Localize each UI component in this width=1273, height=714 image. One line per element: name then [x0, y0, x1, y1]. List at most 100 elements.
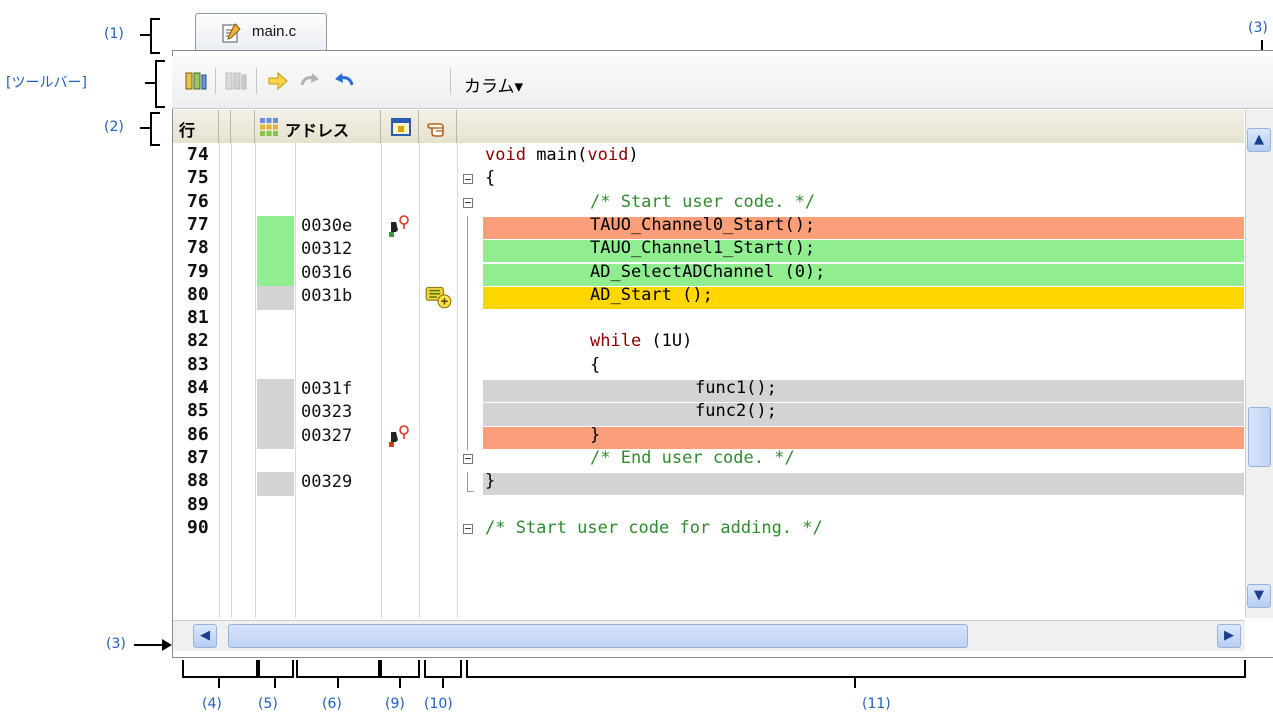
fold-toggle[interactable] [463, 197, 473, 208]
code-token: { [485, 168, 496, 189]
source-line-row[interactable]: 77 0030e TAUO_Channel0_Start(); [173, 214, 1244, 241]
event-icon [391, 118, 411, 136]
source-code-text[interactable]: } [590, 425, 600, 445]
code-token: } [590, 424, 601, 445]
toolbar: カラム▾ [172, 56, 1273, 109]
callout-5-tick [274, 676, 276, 688]
source-line-row[interactable]: 83 { [173, 354, 1244, 380]
fold-toggle[interactable] [463, 523, 473, 534]
coverage-cell [257, 402, 294, 427]
address-cell: 00316 [301, 262, 353, 283]
current-pc-arrow-icon[interactable] [266, 69, 290, 93]
keyword-token: void [485, 145, 526, 165]
callout-11-bracket [466, 660, 1246, 678]
source-line-row[interactable]: 79 00316 AD_SelectADChannel (0); [173, 261, 1244, 287]
fold-guide [467, 379, 468, 404]
source-code-text[interactable]: { [485, 168, 495, 188]
source-code-text[interactable]: func1(); [695, 378, 777, 398]
line-number: 82 [187, 330, 209, 352]
line-number: 88 [187, 470, 209, 492]
source-line-row[interactable]: 87 /* End user code. */ [173, 447, 1244, 472]
vertical-scroll-thumb[interactable] [1248, 407, 1271, 467]
source-line-row[interactable]: 86 00327} [173, 423, 1244, 450]
fold-toggle[interactable] [463, 453, 473, 464]
coverage-cell [257, 472, 294, 496]
source-panel[interactable]: 74 void main(void) 75 {76 /* Start user code… [173, 143, 1244, 618]
scroll-up-button[interactable]: ▲ [1247, 128, 1271, 152]
source-line-row[interactable]: 85 00323 func2(); [173, 400, 1244, 427]
line-highlight [483, 473, 1244, 496]
callout-6-tick [337, 676, 339, 688]
line-number: 78 [187, 237, 209, 259]
horizontal-scroll-thumb[interactable] [228, 624, 968, 648]
code-token: TAUO_Channel0_Start(); [590, 214, 816, 235]
source-code-text[interactable]: AD_Start (); [590, 285, 713, 305]
source-code-text[interactable]: TAUO_Channel0_Start(); [590, 215, 815, 235]
header-pc[interactable] [419, 110, 457, 143]
source-code-text[interactable]: void main(void) [485, 145, 639, 165]
source-line-row[interactable]: 75 { [173, 167, 1244, 192]
fold-guide [467, 262, 468, 287]
code-token: func1(); [695, 378, 777, 398]
callout-toolbar-bracket [155, 60, 165, 108]
scroll-down-button[interactable]: ▼ [1247, 584, 1271, 608]
callout-3-left-line [134, 644, 164, 646]
source-code-text[interactable]: AD_SelectADChannel (0); [590, 262, 825, 282]
fold-end [467, 472, 474, 493]
source-line-row[interactable]: 82 while (1U) [173, 330, 1244, 357]
source-line-row[interactable]: 76 /* Start user code. */ [173, 190, 1244, 216]
line-number: 75 [187, 167, 209, 189]
source-code-text[interactable]: /* Start user code for adding. */ [485, 518, 823, 538]
fold-toggle[interactable] [463, 174, 473, 185]
source-code-text[interactable]: /* Start user code. */ [590, 192, 815, 212]
source-code-text[interactable]: while (1U) [590, 331, 692, 351]
source-code-text[interactable]: { [590, 355, 600, 375]
source-code-text[interactable]: func2(); [695, 401, 777, 421]
tab-main-c[interactable]: main.c [195, 13, 327, 51]
keyword-token: void [587, 145, 629, 165]
go-to-disassemble-icon[interactable] [184, 69, 208, 93]
header-line[interactable]: 行 [173, 110, 219, 143]
breakpoint-event-icon[interactable] [387, 424, 411, 448]
source-code-text[interactable]: /* End user code. */ [590, 448, 795, 468]
callout-3-top: (3) [1248, 20, 1268, 36]
header-line-label: 行 [179, 121, 196, 140]
source-line-row[interactable]: 78 00312 TAUO_Channel1_Start(); [173, 237, 1244, 264]
comment-token: /* End user code. */ [590, 447, 795, 468]
source-code-text[interactable]: } [485, 471, 495, 491]
line-number: 76 [187, 190, 209, 212]
tab-label: main.c [252, 23, 297, 40]
callout-2-tick [140, 127, 150, 129]
forward-icon[interactable] [298, 69, 322, 93]
header-event[interactable] [381, 110, 419, 143]
back-icon[interactable] [332, 69, 356, 93]
fold-minus-icon [465, 528, 471, 530]
source-line-row[interactable]: 84 0031f func1(); [173, 377, 1244, 404]
fold-guide [467, 215, 468, 241]
callout-9-tick [399, 676, 401, 688]
vertical-scrollbar[interactable]: ▲ ▼ [1245, 110, 1273, 618]
header-address[interactable]: アドレス [255, 110, 381, 143]
line-highlight [483, 380, 1244, 403]
source-line-row[interactable]: 74 void main(void) [173, 144, 1244, 169]
callout-1-bracket [150, 18, 160, 54]
breakpoint-event-icon[interactable] [387, 214, 411, 238]
go-to-disassemble-disabled-icon[interactable] [224, 69, 248, 93]
source-code-text[interactable]: TAUO_Channel1_Start(); [590, 238, 815, 258]
source-line-row[interactable]: 88 00329} [173, 470, 1244, 496]
scroll-right-button[interactable]: ▶ [1217, 624, 1241, 648]
fold-guide [467, 425, 468, 450]
source-line-row[interactable]: 89 [173, 494, 1244, 519]
address-cell: 00312 [301, 239, 353, 260]
source-line-row[interactable]: 81 [173, 307, 1244, 334]
source-line-row[interactable]: 90 /* Start user code for adding. */ [173, 517, 1244, 542]
fold-guide [467, 355, 468, 380]
address-cell: 00329 [301, 472, 353, 493]
source-line-row[interactable]: 80 0031b AD_Start (); [173, 284, 1244, 311]
column-menu[interactable]: カラム▾ [464, 72, 523, 97]
comment-token: /* Start user code for adding. */ [485, 517, 823, 538]
horizontal-scrollbar[interactable]: ◀ ▶ [173, 620, 1245, 651]
current-pc-icon [425, 286, 452, 309]
scroll-left-button[interactable]: ◀ [193, 624, 217, 648]
line-number: 86 [187, 423, 209, 445]
